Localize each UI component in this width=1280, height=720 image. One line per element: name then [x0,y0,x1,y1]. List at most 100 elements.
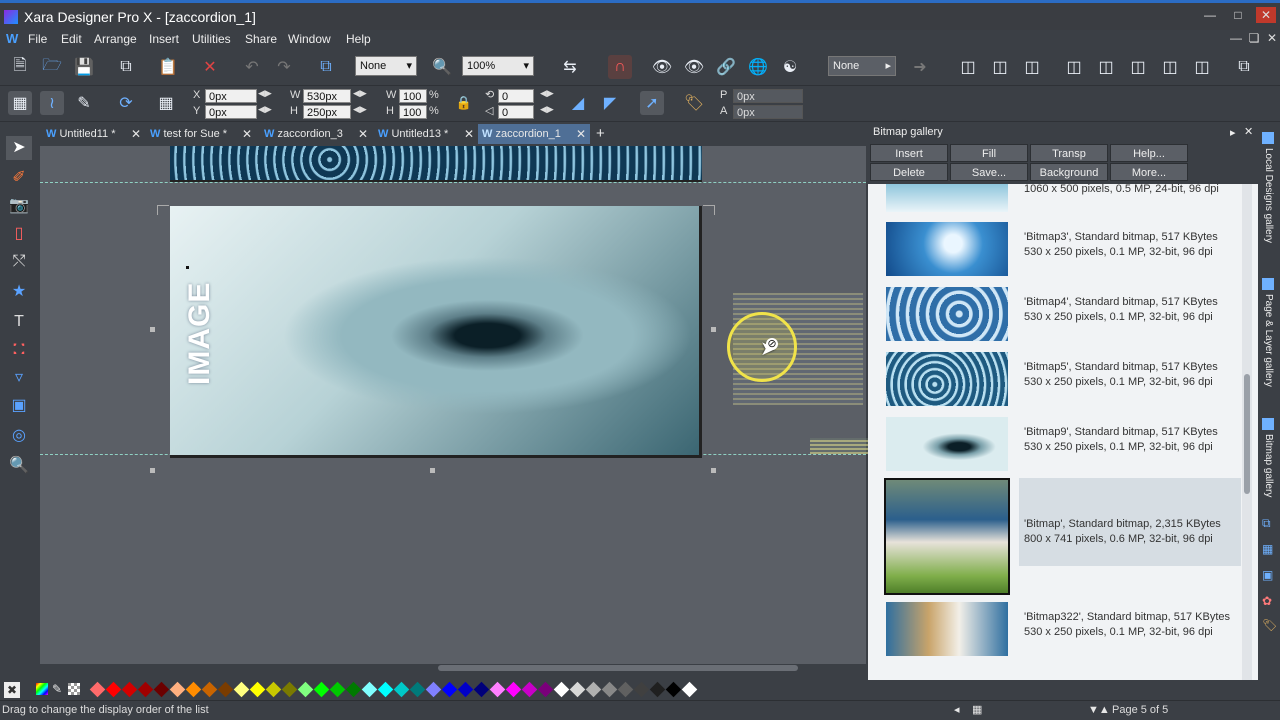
color-swatch[interactable] [473,681,490,698]
height-spinner-icon[interactable]: ◀▶ [353,104,367,115]
gallery-scrollbar[interactable] [1242,184,1252,680]
snap-magnet-icon[interactable]: ∩ [608,55,632,79]
a-field[interactable]: 0px [733,105,803,119]
color-swatch[interactable] [297,681,314,698]
menu-window[interactable]: Window [288,32,331,46]
browser-preview-icon[interactable]: 👁 [682,55,706,79]
menu-utilities[interactable]: Utilities [192,32,231,46]
y-field[interactable]: 0px [205,105,257,119]
horizontal-scrollbar[interactable] [40,664,866,672]
bitmap-gallery-icon[interactable] [1262,418,1274,430]
font-gallery-icon[interactable]: ✿ [1262,594,1272,608]
globe-icon[interactable]: 🌐 [746,55,770,79]
color-swatch[interactable] [537,681,554,698]
x-spinner-icon[interactable]: ◀▶ [258,88,272,99]
transparency-tool-icon[interactable]: ▿ [6,366,32,390]
freehand-tool-icon[interactable]: ✐ [6,166,32,190]
paste-icon[interactable]: 📋 [156,55,180,79]
contour-tool-icon[interactable]: ◎ [6,424,32,448]
bitmap-thumbnail[interactable] [886,602,1008,656]
tab-close-icon[interactable]: ✕ [576,127,586,141]
bitmap-thumbnail[interactable] [886,222,1008,276]
color-swatch[interactable] [505,681,522,698]
color-swatch[interactable] [185,681,202,698]
line-gallery-icon[interactable]: ▦ [1262,542,1273,556]
eyedropper-palette-icon[interactable]: ✎ [52,682,62,696]
selection-handle[interactable] [711,327,716,332]
water-drop-image[interactable] [170,206,702,458]
color-swatch[interactable] [585,681,602,698]
color-swatch[interactable] [361,681,378,698]
color-swatch[interactable] [441,681,458,698]
color-picker-icon[interactable] [36,683,48,695]
rotation-spinner-icon[interactable]: ◀▶ [540,88,554,99]
selection-handle[interactable] [150,468,155,473]
tag-icon[interactable]: 🏷 [682,91,706,115]
color-swatch[interactable] [393,681,410,698]
minimize-button[interactable]: — [1200,7,1220,23]
color-swatch[interactable] [169,681,186,698]
align-left-icon[interactable]: ◫ [956,55,980,79]
page-prev-icon[interactable]: ◂ [954,703,960,716]
align-top-icon[interactable]: ◫ [1062,55,1086,79]
document-icon[interactable]: W [6,31,18,46]
color-swatch[interactable] [121,681,138,698]
color-swatch[interactable] [89,681,106,698]
open-folder-icon[interactable]: 🗁 [40,55,64,79]
color-swatch[interactable] [217,681,234,698]
side-tab-local-designs[interactable]: Local Designs gallery [1263,148,1274,243]
doc-close-button[interactable]: ✕ [1262,30,1280,46]
tab-untitled13[interactable]: W Untitled13 * [374,124,478,144]
insert-button[interactable]: Insert [870,144,948,162]
height-field[interactable]: 250px [303,105,351,119]
page-layout-icon[interactable]: ▦ [972,703,982,716]
align-middle-icon[interactable]: ◫ [1094,55,1118,79]
copy-icon[interactable]: ⧉ [114,55,138,79]
close-button[interactable]: ✕ [1256,7,1276,23]
tab-close-icon[interactable]: ✕ [131,127,141,141]
color-swatch[interactable] [569,681,586,698]
new-tab-icon[interactable]: + [596,125,605,142]
color-swatch[interactable] [601,681,618,698]
color-swatch[interactable] [265,681,282,698]
color-swatch[interactable] [137,681,154,698]
background-button[interactable]: Background [1030,163,1108,181]
image-label-text[interactable]: IMAGE [183,282,217,385]
color-swatch[interactable] [553,681,570,698]
doc-minimize-button[interactable]: — [1226,30,1246,46]
selection-handle[interactable] [711,468,716,473]
delete-icon[interactable]: ✕ [198,55,222,79]
tab-close-icon[interactable]: ✕ [242,127,252,141]
color-swatch[interactable] [249,681,266,698]
water-droplet-banner[interactable] [170,146,702,182]
x-field[interactable]: 0px [205,89,257,103]
menu-help[interactable]: Help [346,32,371,46]
fill-tool-icon[interactable]: ⛚ [6,338,32,362]
gallery-scrollbar-thumb[interactable] [1244,374,1250,494]
rotate-mode-icon[interactable]: ⟳ [114,91,138,115]
color-swatch[interactable] [489,681,506,698]
new-document-icon[interactable]: 🗎 [8,55,32,79]
color-swatch[interactable] [201,681,218,698]
scale-h-field[interactable]: 100 [399,105,427,119]
doc-restore-button[interactable]: ❏ [1244,30,1264,46]
local-designs-icon[interactable] [1262,132,1274,144]
tab-close-icon[interactable]: ✕ [464,127,474,141]
quality-select[interactable]: None ▾ [355,56,417,76]
bitmap-thumbnail-selected[interactable] [884,478,1010,595]
color-swatch[interactable] [457,681,474,698]
transform-icon[interactable]: ⧉ [314,55,338,79]
pen-tool-icon[interactable]: ⤲ [6,250,32,274]
color-swatch[interactable] [665,681,682,698]
y-spinner-icon[interactable]: ◀▶ [258,104,272,115]
align-bottom-icon[interactable]: ◫ [1126,55,1150,79]
scrollbar-thumb[interactable] [438,665,798,671]
bitmap-thumbnail[interactable] [886,184,1008,212]
tab-close-icon[interactable]: ✕ [358,127,368,141]
bitmap-thumbnail[interactable] [886,417,1008,471]
bitmap-thumbnail[interactable] [886,352,1008,406]
link-icon[interactable]: 🔗 [714,55,738,79]
side-tab-bitmap[interactable]: Bitmap gallery [1263,434,1274,497]
menu-insert[interactable]: Insert [149,32,179,46]
scale-w-field[interactable]: 100 [399,89,427,103]
